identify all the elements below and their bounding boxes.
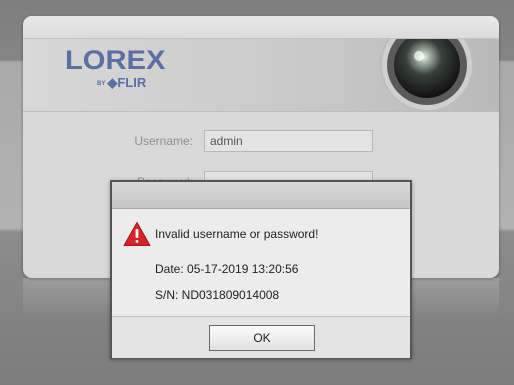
logo-partner: BY ◆FLIR: [97, 75, 146, 92]
login-topbar: [23, 16, 499, 38]
dialog-date: Date: 05-17-2019 13:20:56: [155, 262, 299, 276]
username-input[interactable]: [204, 130, 373, 152]
logo-by: BY: [97, 80, 106, 87]
lorex-logo: LOREX BY ◆FLIR: [65, 44, 175, 94]
login-header: LOREX BY ◆FLIR: [23, 38, 499, 112]
error-dialog: Invalid username or password! Date: 05-1…: [110, 180, 412, 359]
flir-icon: ◆: [107, 75, 118, 90]
logo-partner-name: FLIR: [117, 75, 147, 90]
camera-lens-icon: [380, 39, 474, 111]
logo-brand: LOREX: [65, 45, 166, 75]
username-label: Username:: [134, 134, 193, 148]
ok-button[interactable]: OK: [209, 325, 315, 351]
dialog-titlebar: [112, 182, 410, 209]
warning-icon: [123, 222, 151, 246]
dialog-footer: OK: [112, 316, 410, 358]
username-row: Username:: [23, 130, 499, 152]
dialog-message: Invalid username or password!: [155, 227, 319, 241]
dialog-serial: S/N: ND031809014008: [155, 288, 280, 302]
dialog-body: Invalid username or password! Date: 05-1…: [112, 209, 410, 316]
